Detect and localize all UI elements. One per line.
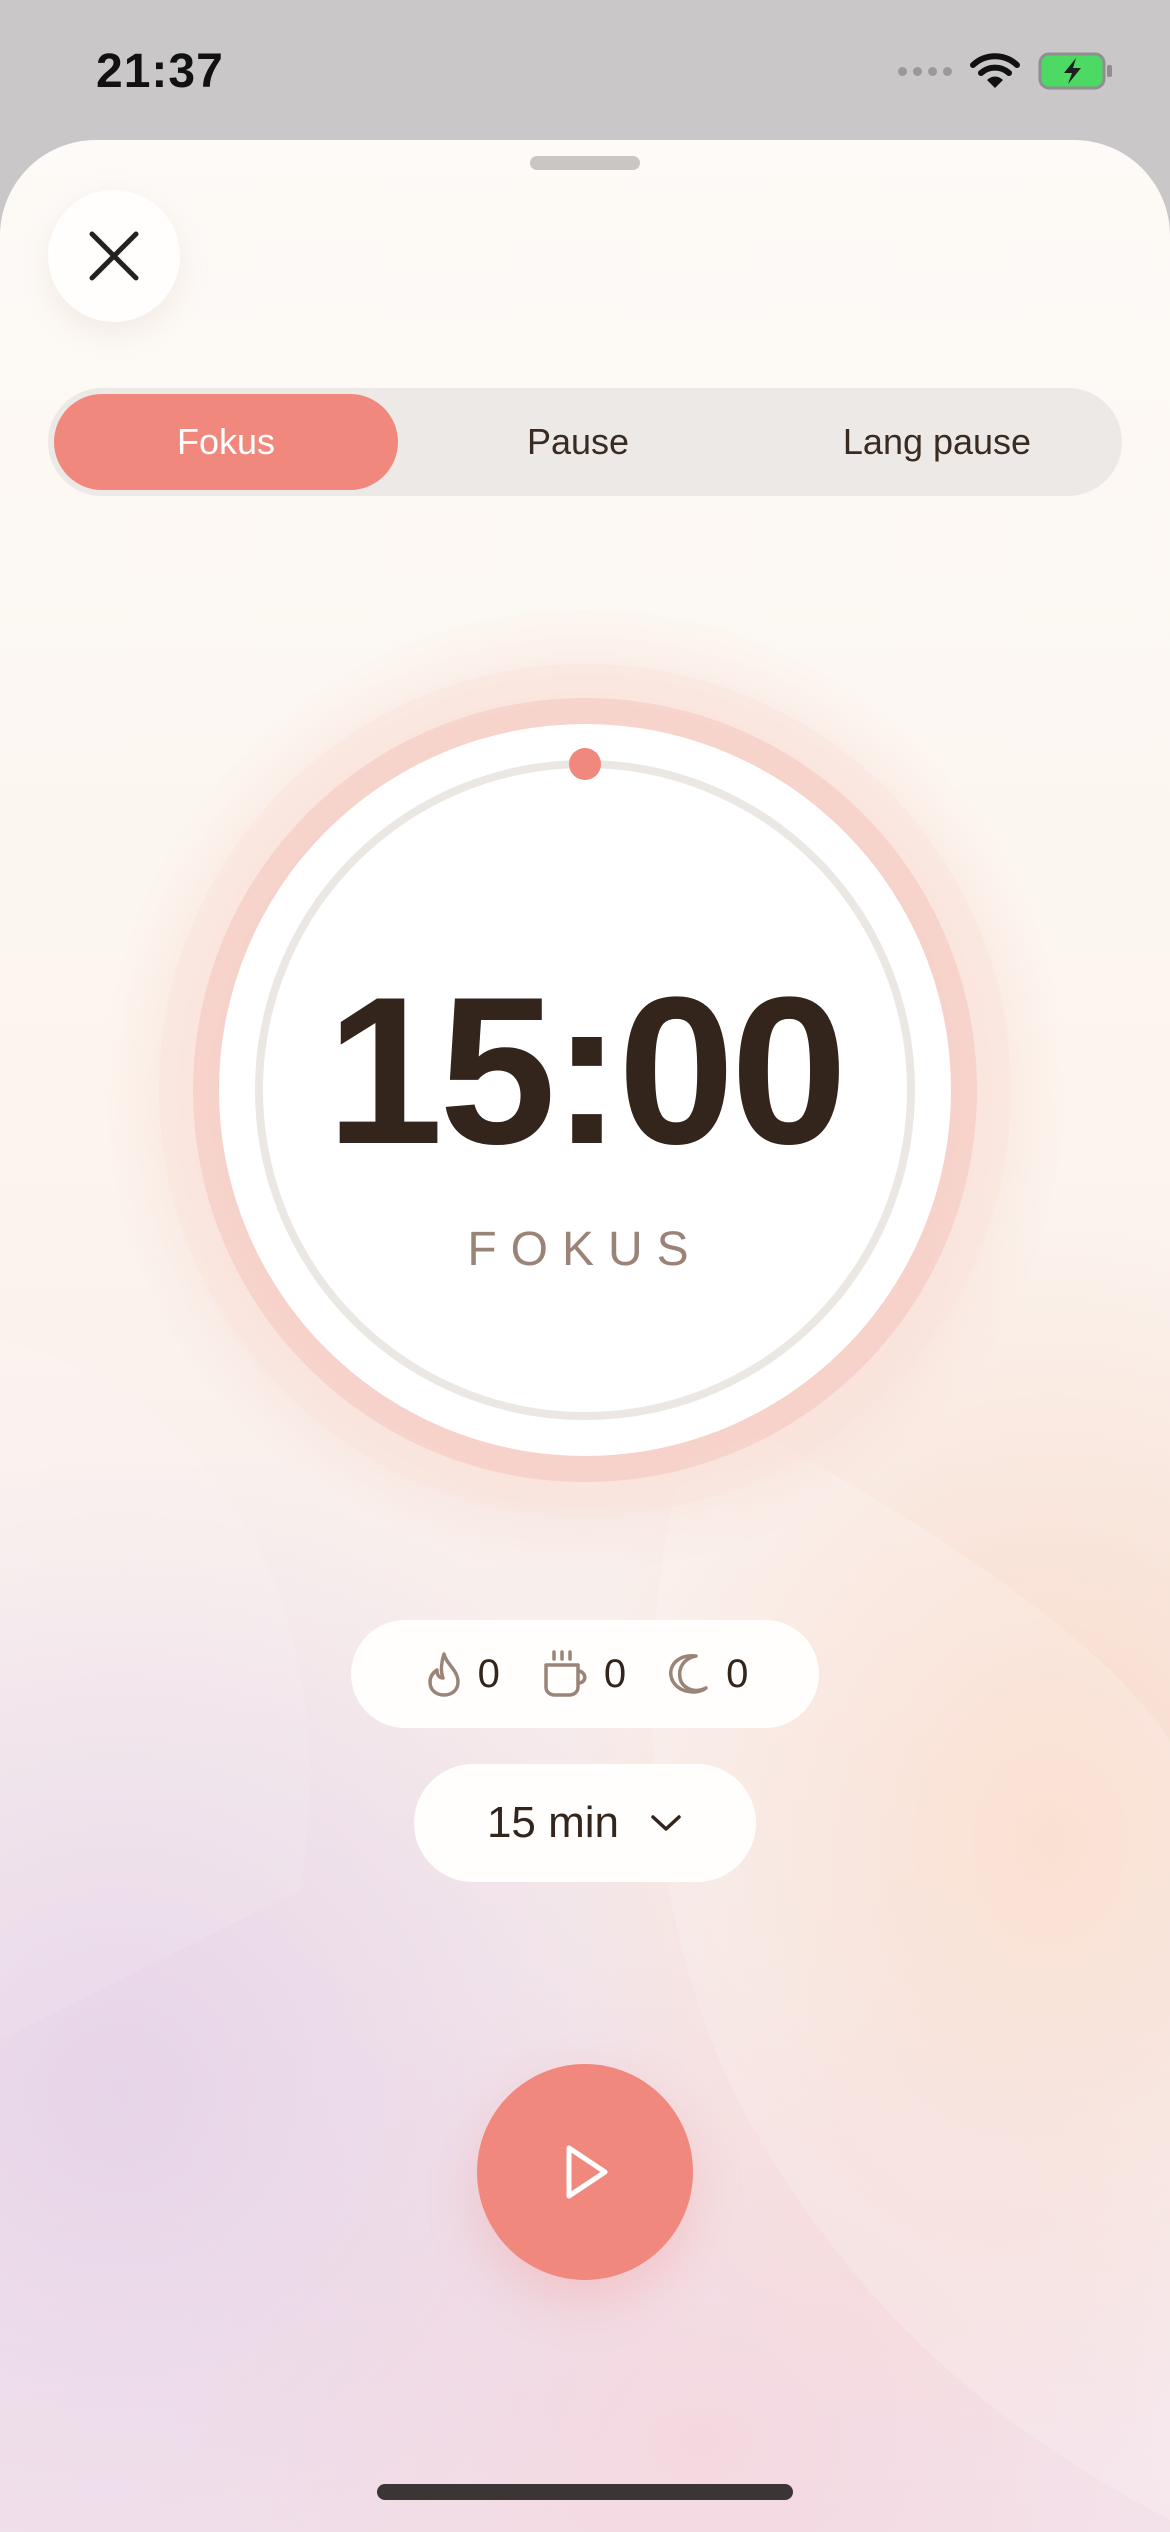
stat-pause-count: 0 <box>540 1649 626 1699</box>
cellular-signal-icon <box>898 66 952 76</box>
wifi-icon <box>970 53 1020 88</box>
session-stats: 0 0 0 <box>351 1620 819 1728</box>
coffee-cup-icon <box>544 1650 587 1697</box>
stat-focus-count: 0 <box>422 1650 500 1698</box>
duration-dropdown[interactable]: 15 min <box>414 1764 756 1882</box>
status-time: 21:37 <box>96 45 224 98</box>
status-bar: 21:37 <box>0 0 1170 140</box>
play-button[interactable] <box>477 2064 693 2280</box>
timer-countdown: 15:00 <box>326 953 847 1188</box>
timer-sheet: Fokus Pause Lang pause 15:00 FOKUS 0 0 0… <box>0 140 1170 2532</box>
home-indicator[interactable] <box>377 2484 793 2500</box>
stat-pause-value: 0 <box>603 1651 627 1696</box>
stat-long-pause-value: 0 <box>726 1651 749 1696</box>
timer-mode-label: FOKUS <box>467 1223 703 1276</box>
play-icon <box>566 2145 608 2199</box>
status-icons <box>898 52 1114 90</box>
chevron-down-icon <box>651 1815 681 1831</box>
timer-progress-dot[interactable] <box>569 748 601 780</box>
stat-long-pause-count: 0 <box>666 1650 748 1698</box>
battery-charging-icon <box>1038 52 1112 90</box>
flame-icon <box>427 1652 460 1697</box>
moon-icon <box>669 1654 708 1694</box>
duration-value: 15 min <box>486 1798 620 1847</box>
stat-focus-value: 0 <box>477 1651 500 1696</box>
